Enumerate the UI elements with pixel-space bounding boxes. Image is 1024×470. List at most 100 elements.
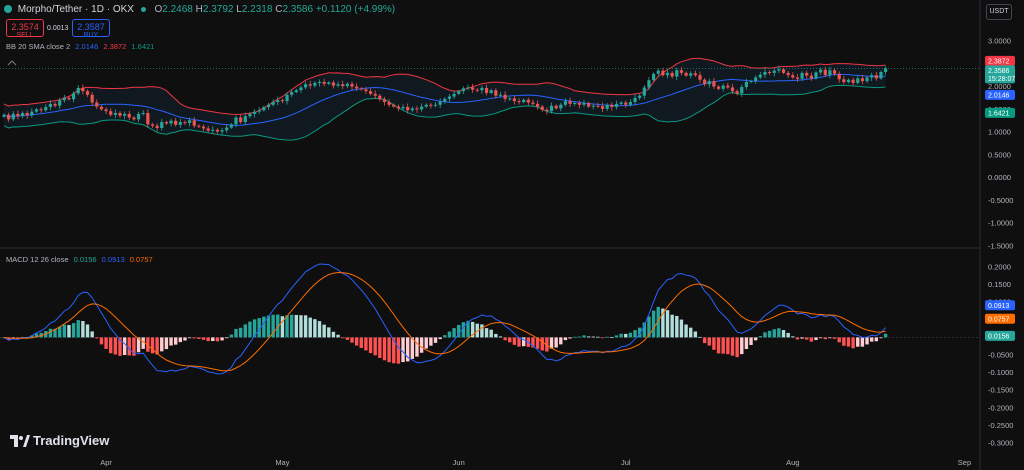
candle-body xyxy=(726,85,730,88)
macd-hist-bar xyxy=(712,337,716,350)
macd-axis-tick: -0.0500 xyxy=(988,351,1013,360)
symbol-title[interactable]: Morpho/Tether · 1D · OKX xyxy=(18,4,134,15)
candle-body xyxy=(879,71,883,79)
price-axis-tick: -1.5000 xyxy=(988,242,1013,251)
candle-body xyxy=(777,69,781,71)
candle-body xyxy=(851,79,855,83)
candle-body xyxy=(304,84,308,88)
chart-header: Morpho/Tether · 1D · OKX O2.2468 H2.3792… xyxy=(4,4,395,15)
macd-hist-bar xyxy=(122,337,127,356)
macd-hist-bar xyxy=(568,337,572,339)
candle-body xyxy=(67,97,71,100)
candle-body xyxy=(652,73,656,81)
candle-body xyxy=(146,112,150,125)
badge-bb-lower-text: 1.6421 xyxy=(988,110,1010,117)
candle-body xyxy=(860,78,864,82)
macd-hist-bar xyxy=(614,335,619,338)
candle-body xyxy=(257,110,261,112)
macd-hist-bar xyxy=(220,337,224,341)
candle-body xyxy=(874,75,878,79)
tradingview-logo: TradingView xyxy=(10,433,109,449)
macd-hist-bar xyxy=(600,337,605,339)
tradingview-logo-text: TradingView xyxy=(33,433,110,448)
candle-body xyxy=(447,96,452,99)
candle-body xyxy=(62,97,66,101)
macd-legend[interactable]: MACD 12 26 close 0.0156 0.0913 0.0757 xyxy=(6,255,153,264)
macd-hist-bar xyxy=(104,337,108,349)
macd-hist-bar xyxy=(828,337,832,339)
macd-hist-bar xyxy=(378,337,382,358)
candle-body xyxy=(317,82,322,83)
candle-body xyxy=(123,113,127,116)
candle-body xyxy=(132,117,136,120)
macd-hist-bar xyxy=(410,337,415,359)
candle-body xyxy=(248,113,252,117)
candle-body xyxy=(512,98,516,102)
candle-body xyxy=(800,72,804,79)
bb-legend[interactable]: BB 20 SMA close 2 2.0146 2.3872 1.6421 xyxy=(6,42,154,51)
macd-hist-bar xyxy=(832,337,837,339)
macd-hist-bar xyxy=(860,337,865,347)
candle-body xyxy=(661,70,665,76)
x-axis-tick: Jun xyxy=(453,458,465,467)
macd-hist-bar xyxy=(605,336,609,338)
macd-hist-bar xyxy=(554,337,558,348)
macd-hist-bar xyxy=(234,328,238,338)
buy-button[interactable]: 2.3587 BUY xyxy=(72,19,110,39)
macd-hist-bar xyxy=(610,337,614,338)
spread-value: 0.0013 xyxy=(47,25,69,32)
candle-body xyxy=(814,72,818,79)
candle-body xyxy=(503,94,507,99)
candle-body xyxy=(178,122,182,125)
candle-body xyxy=(642,87,646,96)
macd-hist-bar xyxy=(308,317,312,338)
badge-bb-basis: 2.0146 xyxy=(985,89,1015,100)
macd-hist-bar xyxy=(633,330,637,338)
macd-hist-bar xyxy=(438,337,442,340)
candle-body xyxy=(401,107,405,109)
candle-body xyxy=(20,112,25,117)
sell-button[interactable]: 2.3574 SELL xyxy=(6,19,44,39)
bb-legend-lower: 1.6421 xyxy=(131,42,155,51)
candle-body xyxy=(220,130,224,132)
macd-hist-bar xyxy=(173,337,178,345)
macd-hist-bar xyxy=(373,337,377,356)
badge-last-price: 2.358615:28:07 xyxy=(985,65,1015,84)
macd-hist-bar xyxy=(781,330,786,338)
macd-hist-bar xyxy=(243,324,247,338)
macd-hist-bar xyxy=(684,324,688,338)
macd-hist-bar xyxy=(484,328,489,338)
macd-hist-bar xyxy=(837,337,841,343)
macd-hist-bar xyxy=(670,314,674,338)
macd-hist-bar xyxy=(238,327,243,338)
candle-body xyxy=(410,108,414,111)
candle-body xyxy=(712,81,716,87)
macd-hist-bar xyxy=(744,337,749,350)
macd-hist-bar xyxy=(359,337,363,349)
macd-hist-bar xyxy=(763,332,767,338)
macd-hist-bar xyxy=(109,337,113,354)
candle-body xyxy=(475,89,479,91)
ohlc-open: 2.2468 xyxy=(162,4,193,15)
symbol-icon xyxy=(4,5,12,14)
candle-body xyxy=(480,87,484,91)
candle-body xyxy=(638,95,642,98)
macd-hist-bar xyxy=(187,337,192,339)
x-axis-tick: Apr xyxy=(100,458,112,467)
candle-body xyxy=(591,105,595,107)
candle-body xyxy=(573,102,577,104)
candle-body xyxy=(7,114,11,120)
macd-hist-bar xyxy=(809,337,814,342)
candle-body xyxy=(424,104,428,107)
macd-hist-bar xyxy=(702,337,707,344)
candle-body xyxy=(670,72,674,77)
macd-hist-bar xyxy=(364,337,368,351)
macd-hist-bar xyxy=(336,334,340,338)
macd-hist-bar xyxy=(85,324,90,338)
ohlc-low: 2.2318 xyxy=(241,4,273,15)
macd-hist-bar xyxy=(851,337,855,349)
candle-body xyxy=(225,127,229,131)
currency-selector[interactable]: USDT xyxy=(986,4,1012,20)
candle-body xyxy=(703,79,707,85)
chart-canvas: 3.00002.50002.00001.50001.00000.50000.00… xyxy=(0,0,1015,470)
